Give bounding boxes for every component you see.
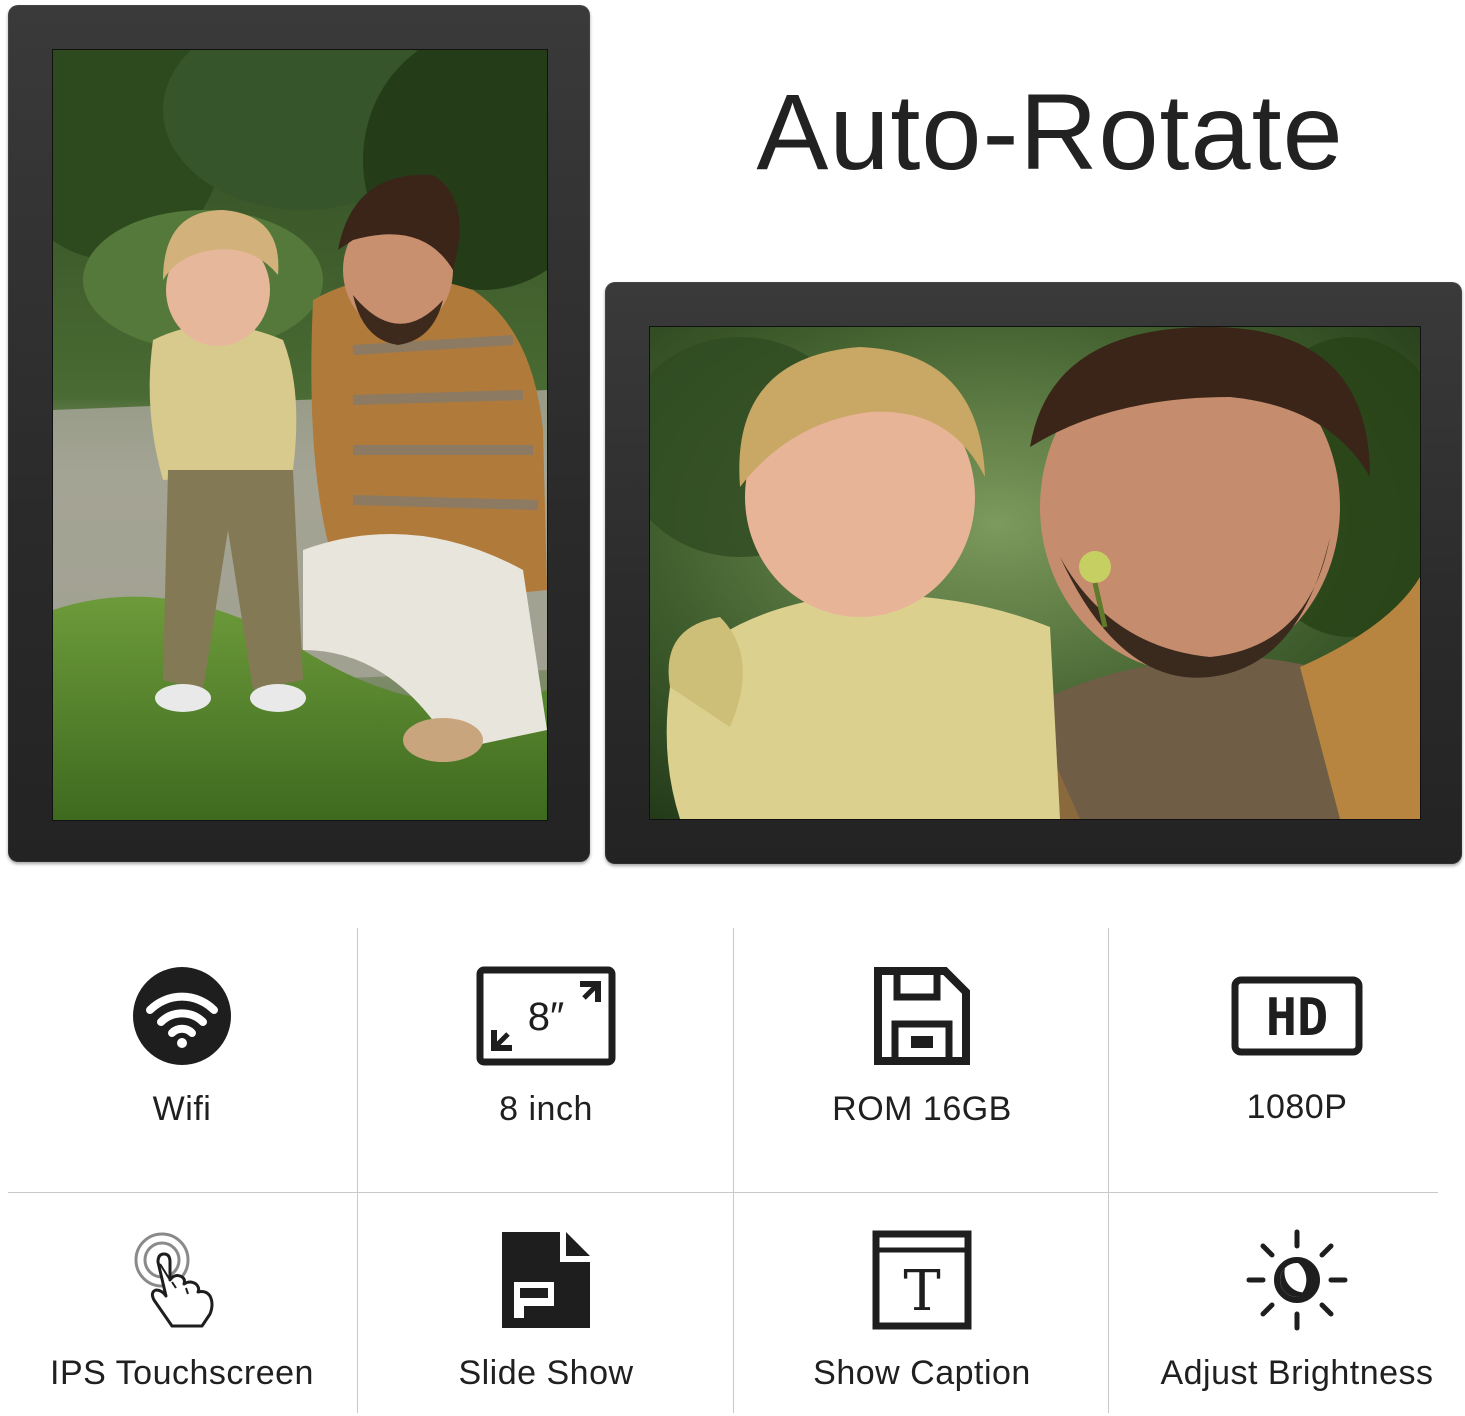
feature-touchscreen: IPS Touchscreen <box>8 928 356 1392</box>
portrait-photo-frame <box>8 5 590 862</box>
feature-grid: Wifi 8″ 8 inch ROM 16GB HD 1080P IPS Tou… <box>8 928 1438 1413</box>
landscape-frame-screen <box>649 326 1421 820</box>
text-caption-icon: T <box>870 1228 974 1332</box>
slide-file-icon <box>494 1228 598 1332</box>
caption-icon-text: T <box>903 1259 940 1324</box>
feature-slideshow: Slide Show <box>372 928 720 1392</box>
portrait-frame-screen <box>52 49 548 821</box>
feature-label: Show Caption <box>813 1354 1031 1392</box>
headline-title: Auto-Rotate <box>756 71 1344 192</box>
landscape-photo-frame <box>605 282 1462 864</box>
feature-caption: T Show Caption <box>748 928 1096 1392</box>
portrait-photo <box>53 50 547 820</box>
feature-label: IPS Touchscreen <box>50 1354 314 1392</box>
grid-divider-vertical <box>1108 928 1109 1413</box>
feature-label: Adjust Brightness <box>1160 1354 1434 1392</box>
grid-divider-vertical <box>357 928 358 1413</box>
grid-divider-vertical <box>733 928 734 1413</box>
feature-brightness: Adjust Brightness <box>1123 928 1465 1392</box>
touch-hand-icon <box>130 1228 234 1332</box>
landscape-photo <box>650 327 1420 819</box>
brightness-icon <box>1245 1228 1349 1332</box>
feature-label: Slide Show <box>458 1354 634 1392</box>
grid-divider-horizontal <box>8 1192 1438 1193</box>
